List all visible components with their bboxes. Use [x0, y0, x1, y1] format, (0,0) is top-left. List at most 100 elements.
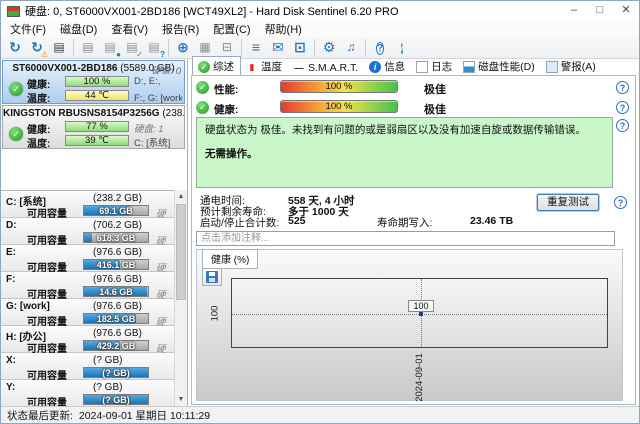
chart-plot-area: 100	[231, 278, 608, 348]
disk-detect-icon[interactable]: ▤	[49, 39, 69, 57]
comment-input[interactable]	[196, 231, 615, 246]
status-label: 状态最后更新:	[7, 408, 73, 423]
free-capacity-value: (? GB)	[84, 395, 148, 405]
volume-name: F:	[6, 274, 15, 285]
volume-row[interactable]: H: [办公] (976.6 GB) 可用容量 429.2 GB 硬盘: 0	[1, 326, 174, 353]
tab-performance[interactable]: 磁盘性能(D)	[458, 57, 541, 76]
y-axis-tick: 100	[209, 306, 220, 322]
close-button[interactable]: ✕	[613, 2, 639, 20]
performance-gauge: 100 %	[280, 80, 398, 93]
app-icon	[7, 6, 20, 17]
help-icon[interactable]	[616, 101, 629, 114]
toolbar: ↻ ↻⚠ ▤ ▤ ▤● ▤✓ ▤? ⊕ ▦ ⊟ ≡ ✉ ⊡ ⚙	[1, 37, 639, 59]
free-capacity-value: (? GB)	[84, 368, 148, 378]
capacity-bar: (? GB)	[83, 394, 149, 405]
health-bar: 77 %	[65, 121, 129, 132]
thermometer-icon	[246, 61, 258, 73]
disk-number-label: 硬盘: 0	[151, 63, 181, 74]
email-icon[interactable]: ✉	[268, 39, 288, 57]
free-capacity-value: 69.1 GB	[84, 206, 148, 216]
refresh-warning-icon[interactable]: ↻⚠	[27, 39, 47, 57]
capacity-bar: 69.1 GB	[83, 205, 149, 216]
scrollbar-thumb[interactable]	[176, 204, 186, 300]
start-stop-value: 525	[288, 215, 306, 227]
surface-test-icon[interactable]: ▦	[195, 39, 215, 57]
ok-status-icon: ✓	[196, 81, 209, 94]
sound-alert-icon[interactable]: ♫	[341, 39, 361, 57]
retest-button[interactable]: 重复测试	[537, 194, 599, 211]
lifetime-writes-label: 寿命期写入:	[377, 215, 432, 230]
disk-clock-icon[interactable]: ▤●	[100, 39, 120, 57]
disk-summary-kingston[interactable]: KINGSTON RBUSNS8154P3256G (238.5 GB) ✓ 健…	[2, 105, 185, 149]
document-icon	[416, 61, 428, 73]
x-axis-tick: 2024-09-01	[413, 353, 424, 402]
volume-row[interactable]: D: (706.2 GB) 可用容量 618.3 GB 硬盘: 0	[1, 218, 174, 245]
volume-name: D:	[6, 220, 17, 231]
volume-name: X:	[6, 355, 16, 366]
maximize-button[interactable]: □	[587, 2, 613, 20]
volume-name: Y:	[6, 382, 15, 393]
menu-item[interactable]: 报告(R)	[155, 20, 206, 38]
network-disk-icon[interactable]: ⊕	[173, 39, 193, 57]
volume-row[interactable]: G: [work] (976.6 GB) 可用容量 182.5 GB 硬盘: 0	[1, 299, 174, 326]
volume-row[interactable]: Y: (? GB) 可用容量 (? GB)	[1, 380, 174, 406]
info-icon[interactable]: i	[392, 39, 412, 57]
scroll-down-icon[interactable]: ▼	[175, 393, 187, 406]
status-bar: 状态最后更新: 2024-09-01 星期日 10:11:29	[1, 406, 639, 423]
help-icon[interactable]	[614, 196, 627, 209]
help-icon[interactable]: ?	[370, 39, 390, 57]
health-rating: 极佳	[424, 101, 446, 117]
remote-monitor-icon[interactable]: ⊡	[290, 39, 310, 57]
data-point	[419, 312, 423, 316]
tab-smart[interactable]: S.M.A.R.T.	[288, 60, 364, 76]
free-capacity-label: 可用容量	[27, 394, 67, 406]
printer-icon[interactable]: ⊟	[217, 39, 237, 57]
capacity-bar: 429.2 GB	[83, 340, 149, 351]
save-chart-button[interactable]	[202, 268, 222, 286]
disk-summary-st6000[interactable]: ST6000VX001-2BD186 (5589.0 GB) 硬盘: 0 ✓ 健…	[2, 60, 185, 104]
dash-icon	[293, 62, 305, 74]
tab-overview[interactable]: 综述	[192, 56, 241, 76]
volume-row[interactable]: E: (976.6 GB) 可用容量 416.1 GB 硬盘: 0	[1, 245, 174, 272]
action-text: 无需操作。	[205, 147, 604, 162]
help-icon[interactable]	[616, 81, 629, 94]
volume-size: (976.6 GB)	[93, 328, 142, 339]
volume-size: (238.2 GB)	[93, 193, 142, 204]
volume-name: E:	[6, 247, 16, 258]
disk-remove-icon[interactable]: ▤	[78, 39, 98, 57]
performance-label: 性能:	[214, 82, 239, 97]
tab-temperature[interactable]: 温度	[241, 57, 288, 76]
window-title: 硬盘: 0, ST6000VX001-2BD186 [WCT49XL2] - H…	[25, 3, 399, 19]
capacity-bar: 182.5 GB	[83, 313, 149, 324]
partition-letters: D:, E:,	[134, 76, 182, 87]
menu-item[interactable]: 磁盘(D)	[53, 20, 104, 38]
refresh-icon[interactable]: ↻	[5, 39, 25, 57]
tab-information[interactable]: 信息	[364, 57, 411, 76]
start-stop-label: 启动/停止合计数:	[200, 215, 279, 230]
menu-item[interactable]: 帮助(H)	[258, 20, 309, 38]
free-capacity-value: 429.2 GB	[84, 341, 148, 351]
tab-alerts[interactable]: 警报(A)	[541, 57, 602, 76]
menu-item[interactable]: 查看(V)	[104, 20, 155, 38]
tab-log[interactable]: 日志	[411, 57, 458, 76]
settings-gear-icon[interactable]: ⚙	[319, 39, 339, 57]
menu-item[interactable]: 文件(F)	[3, 20, 53, 38]
volume-row[interactable]: X: (? GB) 可用容量 (? GB)	[1, 353, 174, 380]
volume-row[interactable]: C: [系统] (238.2 GB) 可用容量 69.1 GB 硬盘: 1	[1, 191, 174, 218]
chart-tab-health[interactable]: 健康 (%)	[202, 249, 258, 269]
help-icon[interactable]	[616, 119, 629, 132]
disk-title: KINGSTON RBUSNS8154P3256G (238.5 GB)	[3, 106, 184, 119]
disk-sidebar: ST6000VX001-2BD186 (5589.0 GB) 硬盘: 0 ✓ 健…	[1, 59, 188, 406]
volume-scrollbar[interactable]: ▲ ▼	[174, 190, 187, 406]
data-point-label: 100	[408, 300, 434, 312]
pages-icon	[546, 61, 558, 73]
scroll-up-icon[interactable]: ▲	[175, 190, 187, 203]
minimize-button[interactable]: –	[561, 2, 587, 20]
volume-row[interactable]: F: (976.6 GB) 可用容量 14.6 GB 硬盘: 0	[1, 272, 174, 299]
menu-item[interactable]: 配置(C)	[206, 20, 257, 38]
disk-ok-icon[interactable]: ▤✓	[122, 39, 142, 57]
report-icon[interactable]: ≡	[246, 39, 266, 57]
volume-name: G: [work]	[6, 301, 50, 312]
lifetime-writes-value: 23.46 TB	[470, 215, 513, 227]
disk-search-icon[interactable]: ▤?	[144, 39, 164, 57]
